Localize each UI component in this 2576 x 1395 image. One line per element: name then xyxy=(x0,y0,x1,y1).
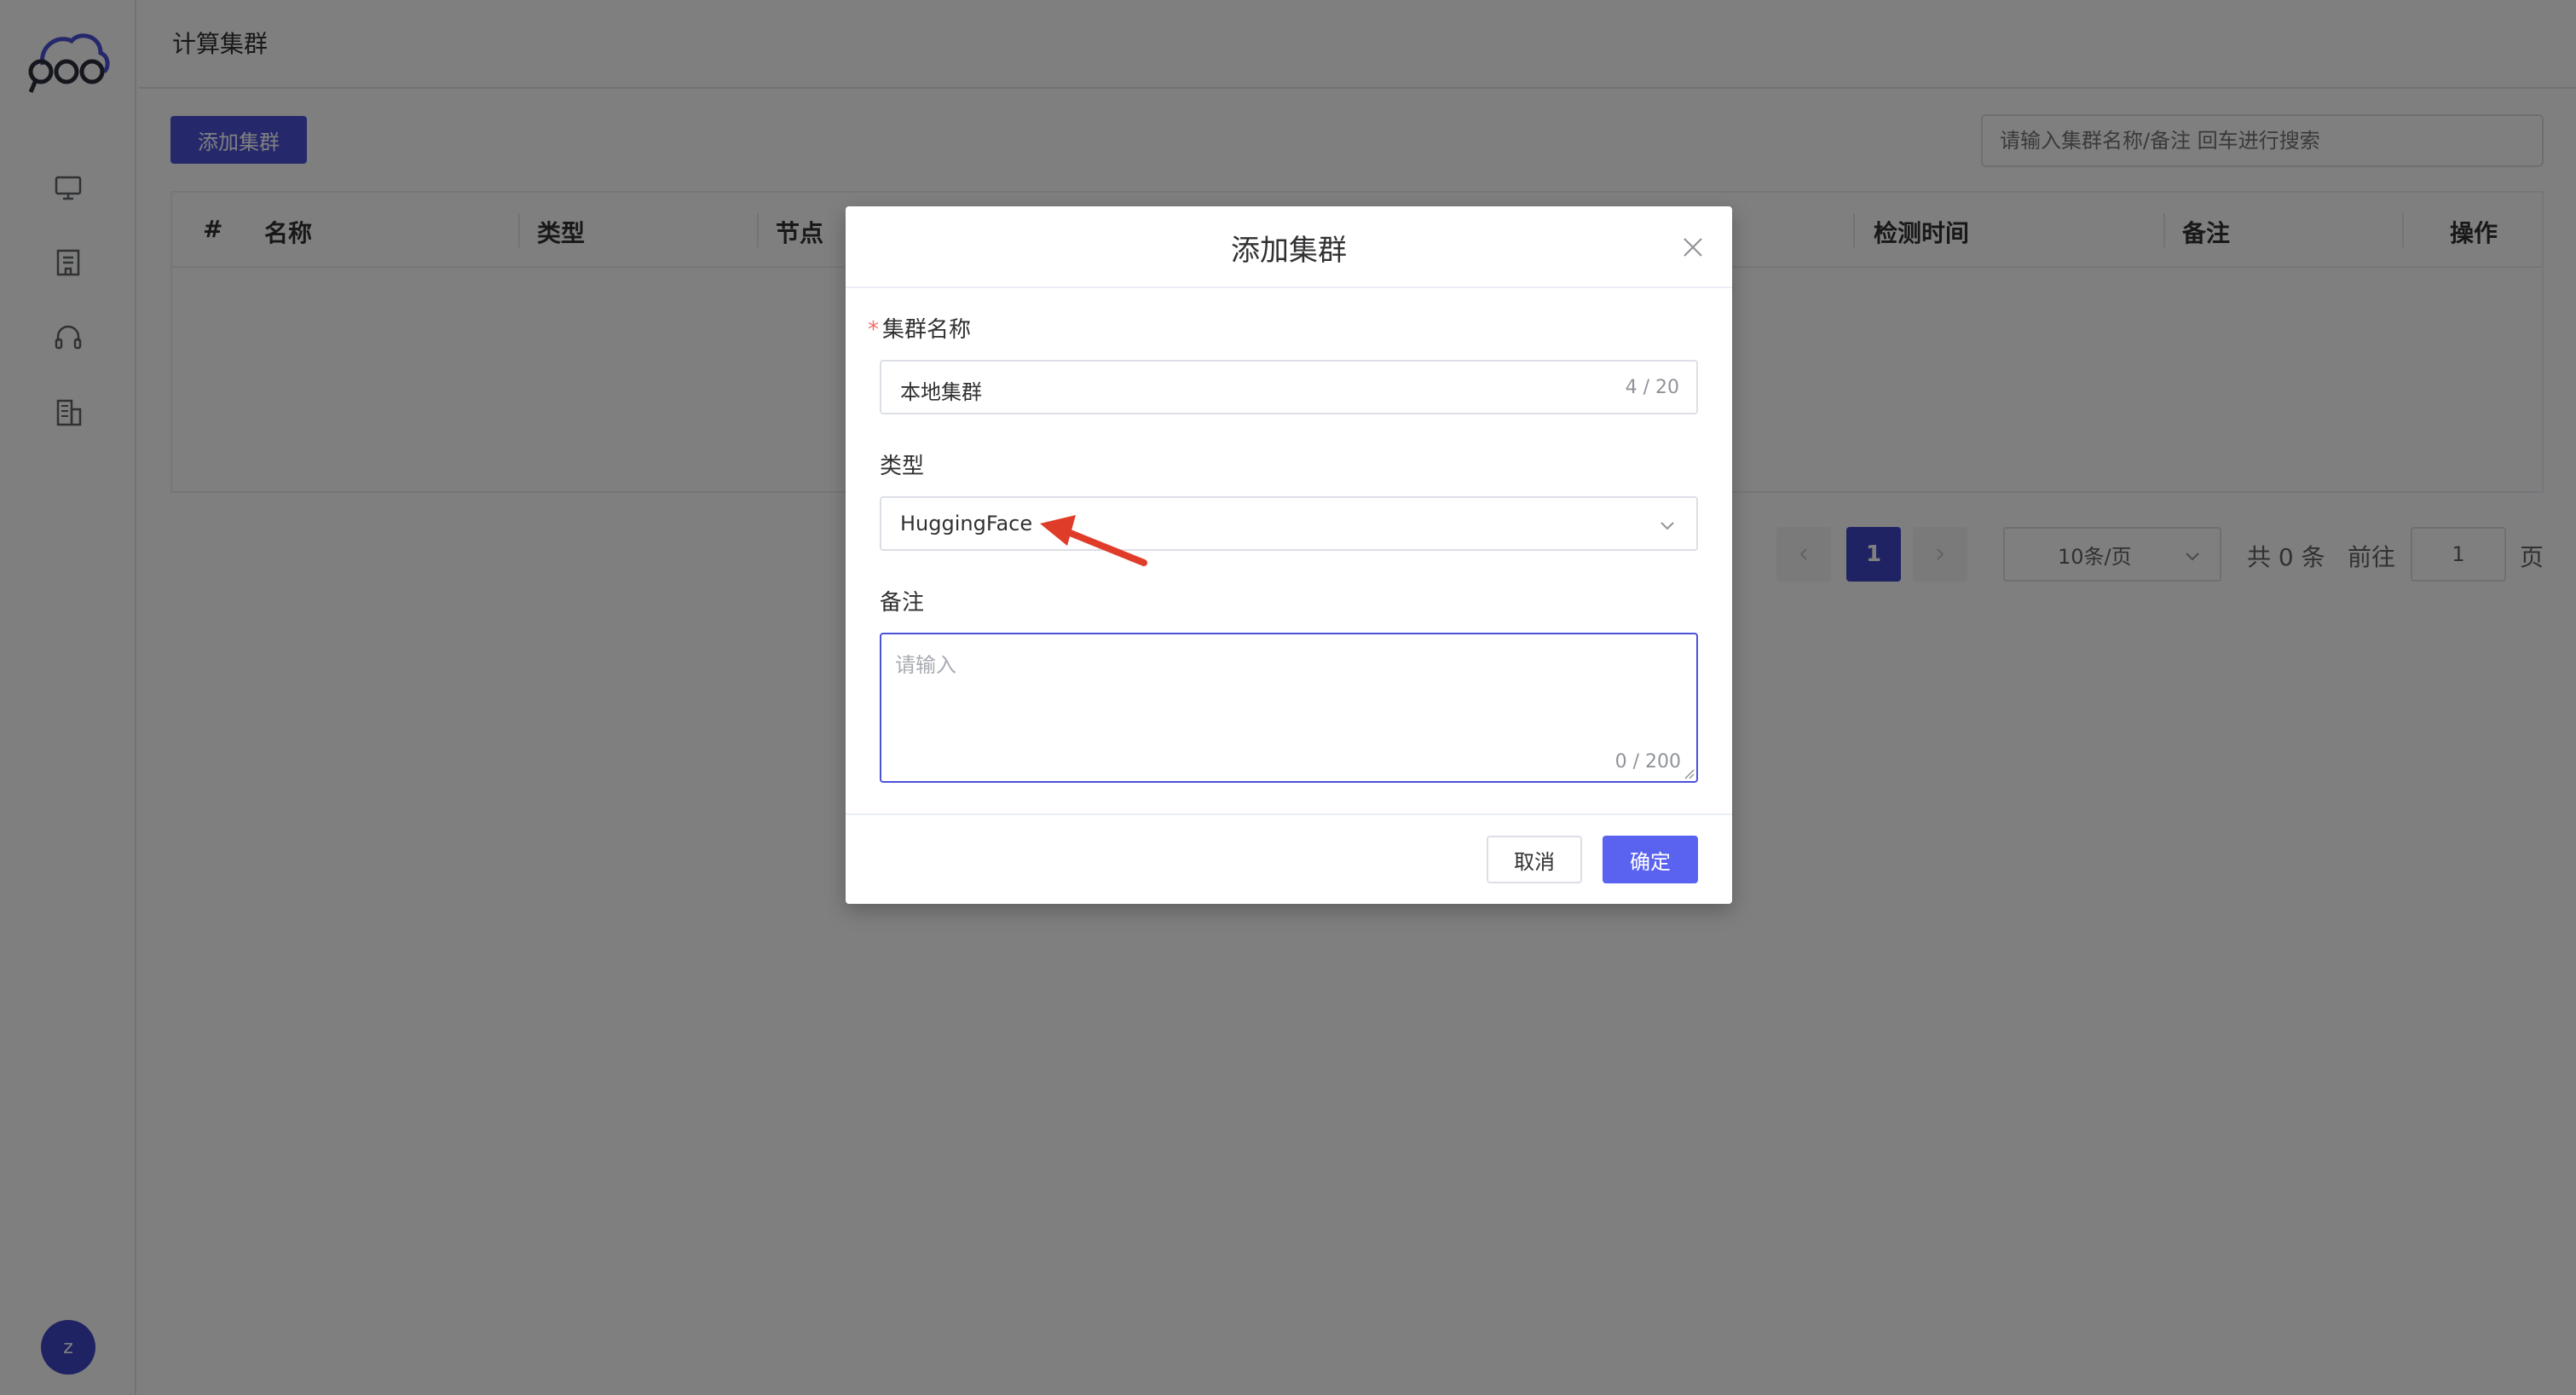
dialog-title: 添加集群 xyxy=(1231,234,1347,268)
confirm-button[interactable]: 确定 xyxy=(1603,836,1698,883)
type-select[interactable]: HuggingFace xyxy=(880,496,1698,551)
cluster-name-label: * 集群名称 xyxy=(868,317,972,343)
resize-handle-icon[interactable] xyxy=(1683,767,1695,779)
dialog-header: 添加集群 xyxy=(846,206,1732,288)
required-asterisk: * xyxy=(868,317,879,343)
dialog-footer-divider xyxy=(846,813,1732,815)
note-label: 备注 xyxy=(880,590,925,616)
type-label: 类型 xyxy=(880,454,925,479)
note-placeholder: 请输入 xyxy=(895,653,956,677)
type-select-value: HuggingFace xyxy=(900,512,1033,535)
note-textarea[interactable]: 请输入 0 / 200 xyxy=(880,633,1698,783)
cluster-name-counter: 4 / 20 xyxy=(1625,377,1679,398)
cluster-name-value: 本地集群 xyxy=(900,380,982,404)
cluster-name-input[interactable]: 本地集群 4 / 20 xyxy=(880,360,1698,414)
cancel-button[interactable]: 取消 xyxy=(1487,836,1582,883)
chevron-down-icon xyxy=(1661,522,1674,530)
add-cluster-dialog: 添加集群 * 集群名称 本地集群 4 / 20 类型 HuggingFace 备注… xyxy=(846,206,1732,904)
close-icon[interactable] xyxy=(1679,234,1707,261)
note-counter: 0 / 200 xyxy=(1614,751,1681,773)
